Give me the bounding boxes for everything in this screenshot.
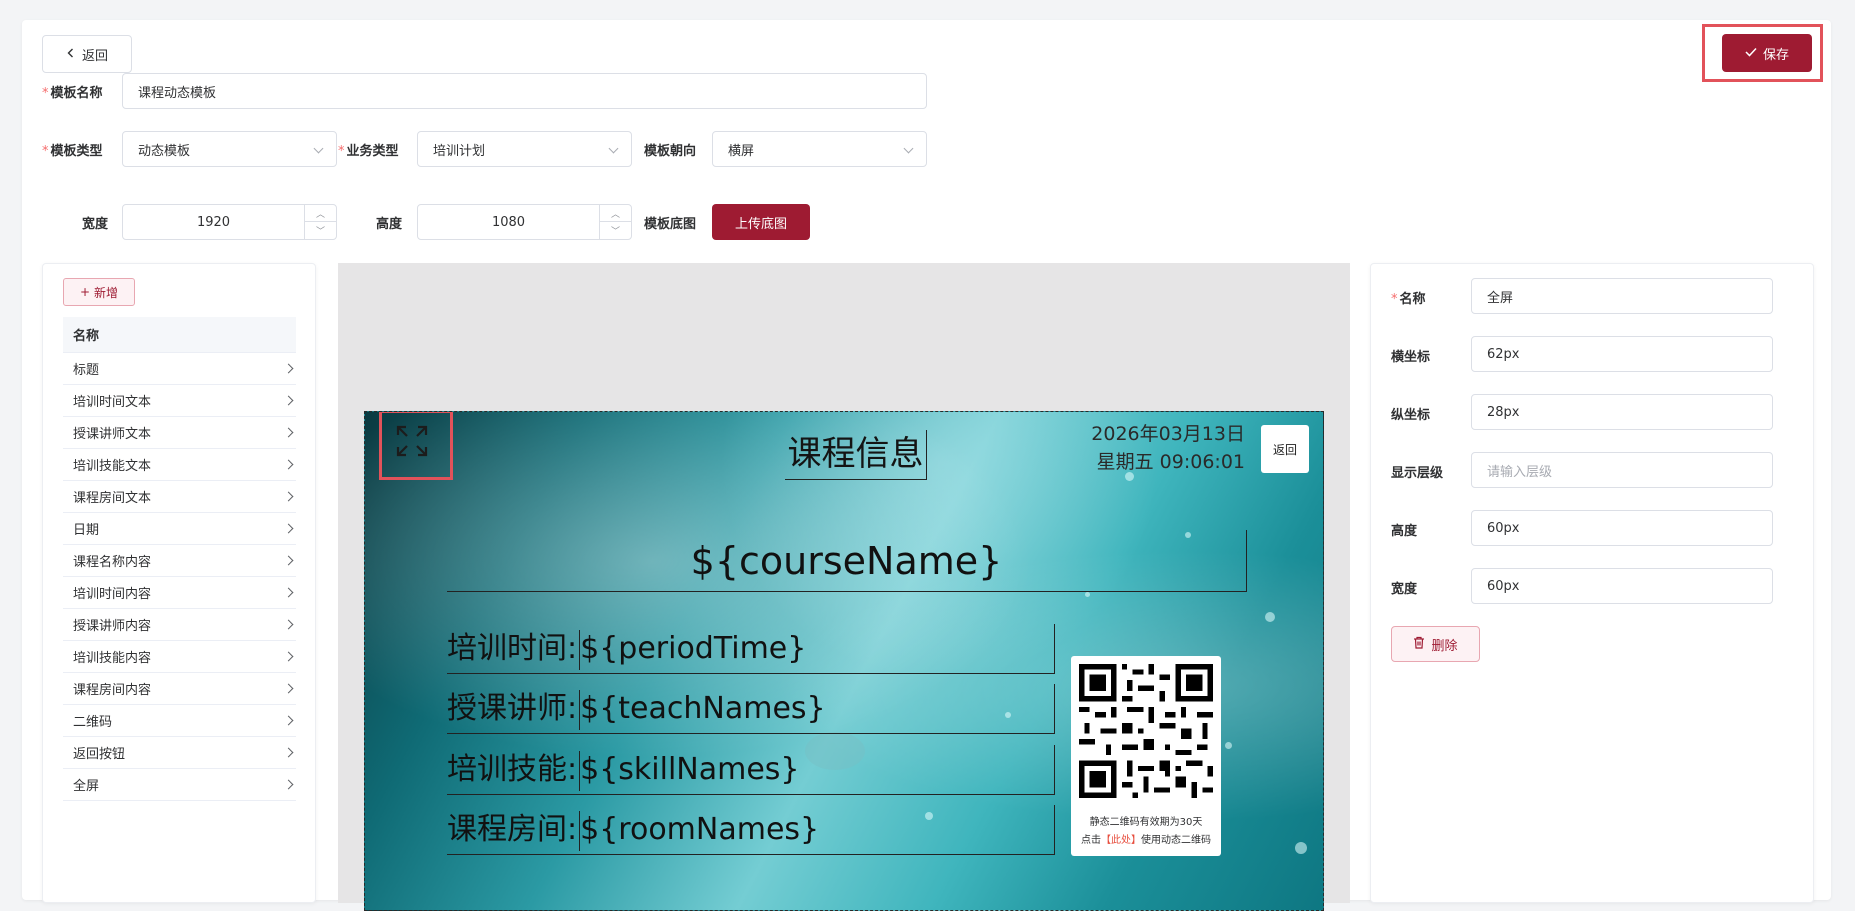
chevron-right-icon xyxy=(283,555,294,566)
chevron-left-icon xyxy=(66,47,76,62)
bubble-decoration xyxy=(1225,742,1232,749)
qr-caption-line2: 点击【此处】使用动态二维码 xyxy=(1081,835,1211,846)
prop-name-label: * 名称 xyxy=(1391,292,1426,307)
back-button[interactable]: 返回 xyxy=(42,35,132,73)
delete-element-label: 删除 xyxy=(1431,638,1458,654)
preview-back-button[interactable]: 返回 xyxy=(1261,425,1309,473)
chevron-right-icon xyxy=(283,395,294,406)
add-element-label: 新增 xyxy=(94,285,119,300)
list-item-training-time-content[interactable]: 培训时间内容 xyxy=(63,577,296,609)
decrease-width-button[interactable]: ﹀ xyxy=(305,222,336,239)
bubble-decoration xyxy=(1085,592,1090,597)
preview-row-room[interactable]: 课程房间: ${roomNames} xyxy=(447,805,1055,855)
list-item-room-content[interactable]: 课程房间内容 xyxy=(63,673,296,705)
orientation-label: 模板朝向 xyxy=(644,144,697,159)
chevron-right-icon xyxy=(283,619,294,630)
height-number-input[interactable]: 1080 ︿ ﹀ xyxy=(417,204,632,240)
preview-row-training-time[interactable]: 培训时间: ${periodTime} xyxy=(447,624,1055,674)
chevron-right-icon xyxy=(283,651,294,662)
prop-width-input[interactable]: 60px xyxy=(1471,568,1773,604)
element-list-panel: + 新增 名称 标题 培训时间文本 授课讲师文本 培训技能文本 课程房间文本 日… xyxy=(42,263,316,903)
qr-caption-line1: 静态二维码有效期为30天 xyxy=(1089,817,1203,828)
chevron-right-icon xyxy=(283,491,294,502)
trash-icon xyxy=(1413,636,1425,653)
chevron-right-icon xyxy=(283,523,294,534)
orientation-select[interactable]: 横屏 xyxy=(712,131,927,167)
fullscreen-icon[interactable] xyxy=(395,424,429,462)
properties-panel: * 名称 全屏 横坐标 62px 纵坐标 28px 显示层级 请输入层级 高度 6… xyxy=(1370,263,1814,903)
add-element-button[interactable]: + 新增 xyxy=(63,278,135,306)
chevron-right-icon xyxy=(283,363,294,374)
template-type-label: * 模板类型 xyxy=(42,144,103,159)
chevron-right-icon xyxy=(283,683,294,694)
delete-element-button[interactable]: 删除 xyxy=(1391,626,1480,662)
template-type-select[interactable]: 动态模板 xyxy=(122,131,337,167)
height-label: 高度 xyxy=(376,217,403,232)
element-list-header: 名称 xyxy=(63,317,296,353)
qr-caption: 静态二维码有效期为30天 点击【此处】使用动态二维码 xyxy=(1071,814,1221,850)
chevron-right-icon xyxy=(283,715,294,726)
preview-qr-code[interactable]: 静态二维码有效期为30天 点击【此处】使用动态二维码 xyxy=(1071,656,1221,856)
list-item-room-text[interactable]: 课程房间文本 xyxy=(63,481,296,513)
chevron-right-icon xyxy=(283,779,294,790)
prop-height-input[interactable]: 60px xyxy=(1471,510,1773,546)
list-item-title[interactable]: 标题 xyxy=(63,353,296,385)
prop-x-input[interactable]: 62px xyxy=(1471,336,1773,372)
chevron-right-icon xyxy=(283,427,294,438)
template-preview-screen[interactable]: 课程信息 2026年03月13日 星期五 09:06:01 返回 ${cours… xyxy=(364,411,1324,911)
width-label: 宽度 xyxy=(82,217,109,232)
preview-row-lecturer[interactable]: 授课讲师: ${teachNames} xyxy=(447,684,1055,734)
preview-canvas-area[interactable]: 课程信息 2026年03月13日 星期五 09:06:01 返回 ${cours… xyxy=(338,263,1350,911)
chevron-right-icon xyxy=(283,587,294,598)
list-item-skill-text[interactable]: 培训技能文本 xyxy=(63,449,296,481)
back-button-label: 返回 xyxy=(81,48,108,64)
template-name-input[interactable]: 课程动态模板 xyxy=(122,73,927,109)
prop-height-label: 高度 xyxy=(1391,524,1418,539)
prop-name-input[interactable]: 全屏 xyxy=(1471,278,1773,314)
preview-course-name[interactable]: ${courseName} xyxy=(447,530,1247,592)
increase-height-button[interactable]: ︿ xyxy=(600,205,631,222)
list-item-back-button[interactable]: 返回按钮 xyxy=(63,737,296,769)
business-type-label: * 业务类型 xyxy=(338,144,399,159)
preview-datetime[interactable]: 2026年03月13日 星期五 09:06:01 xyxy=(1045,420,1245,476)
bubble-decoration xyxy=(1295,842,1307,854)
width-number-input[interactable]: 1920 ︿ ﹀ xyxy=(122,204,337,240)
chevron-right-icon xyxy=(283,459,294,470)
increase-width-button[interactable]: ︿ xyxy=(305,205,336,222)
prop-z-input[interactable]: 请输入层级 xyxy=(1471,452,1773,488)
list-item-skill-content[interactable]: 培训技能内容 xyxy=(63,641,296,673)
decrease-height-button[interactable]: ﹀ xyxy=(600,222,631,239)
list-item-lecturer-content[interactable]: 授课讲师内容 xyxy=(63,609,296,641)
background-image-label: 模板底图 xyxy=(644,217,697,232)
preview-title[interactable]: 课程信息 xyxy=(785,430,927,480)
plus-icon: + xyxy=(79,285,91,299)
preview-time: 星期五 09:06:01 xyxy=(1096,451,1245,473)
list-item-lecturer-text[interactable]: 授课讲师文本 xyxy=(63,417,296,449)
business-type-select[interactable]: 培训计划 xyxy=(417,131,632,167)
prop-width-label: 宽度 xyxy=(1391,582,1418,597)
list-item-date[interactable]: 日期 xyxy=(63,513,296,545)
list-item-qr-code[interactable]: 二维码 xyxy=(63,705,296,737)
list-item-training-time-text[interactable]: 培训时间文本 xyxy=(63,385,296,417)
editor-panel: 返回 保存 * 模板名称 课程动态模板 * 模板类型 动态模板 * 业务类型 培训计划… xyxy=(22,20,1831,911)
qr-code-icon xyxy=(1079,664,1213,798)
list-item-course-name-content[interactable]: 课程名称内容 xyxy=(63,545,296,577)
save-button[interactable]: 保存 xyxy=(1722,34,1812,72)
prop-z-label: 显示层级 xyxy=(1391,466,1444,481)
preview-date: 2026年03月13日 xyxy=(1091,423,1245,445)
upload-background-button[interactable]: 上传底图 xyxy=(712,204,810,240)
bubble-decoration xyxy=(1265,612,1275,622)
chevron-right-icon xyxy=(283,747,294,758)
prop-y-label: 纵坐标 xyxy=(1391,408,1431,423)
prop-x-label: 横坐标 xyxy=(1391,350,1431,365)
list-item-fullscreen[interactable]: 全屏 xyxy=(63,769,296,801)
save-button-label: 保存 xyxy=(1762,47,1789,63)
prop-y-input[interactable]: 28px xyxy=(1471,394,1773,430)
template-name-label: * 模板名称 xyxy=(42,86,103,101)
check-icon xyxy=(1745,46,1757,61)
element-list: 名称 标题 培训时间文本 授课讲师文本 培训技能文本 课程房间文本 日期 课程名… xyxy=(63,317,296,801)
dynamic-qr-link[interactable]: 【此处】 xyxy=(1101,835,1141,846)
preview-row-skill[interactable]: 培训技能: ${skillNames} xyxy=(447,745,1055,795)
